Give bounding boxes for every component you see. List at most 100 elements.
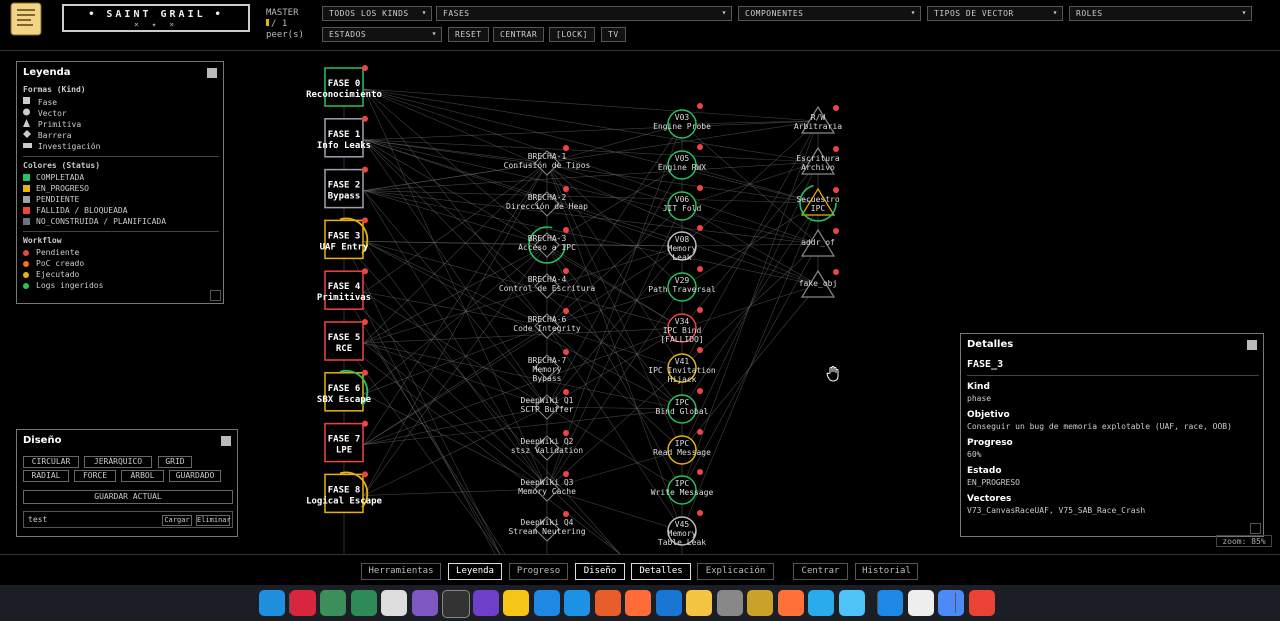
kinds-select[interactable]: TODOS LOS KINDS ▾: [322, 6, 432, 21]
layout-circular-button[interactable]: CIRCULAR: [23, 456, 79, 468]
colors-heading: Colores (Status): [23, 161, 101, 170]
status-dot: [362, 471, 368, 478]
terminal-icon[interactable]: [442, 590, 470, 618]
vector-label: IPC: [675, 398, 690, 407]
componentes-select[interactable]: COMPONENTES ▾: [738, 6, 921, 21]
status-dot: [697, 185, 703, 191]
phase-node[interactable]: FASE 4Primitivas: [317, 268, 371, 310]
ai-icon[interactable]: [320, 590, 346, 616]
barrier-label: SCTP Buffer: [521, 405, 574, 414]
vector-node[interactable]: V08MemoryLeak: [667, 225, 703, 262]
load-layout-button[interactable]: Cargar: [162, 515, 192, 526]
tab-centrar[interactable]: Centrar: [793, 563, 848, 580]
barrier-node[interactable]: BRECHA-7MemoryBypass: [528, 349, 569, 383]
disk-icon[interactable]: [381, 590, 407, 616]
chrome-icon[interactable]: [968, 590, 995, 616]
layout-grid-button[interactable]: GRID: [158, 456, 192, 468]
github-icon[interactable]: [472, 590, 499, 616]
peers-label: peer(s): [266, 30, 304, 40]
tab-progreso[interactable]: Progreso: [509, 563, 568, 580]
docker-icon[interactable]: [564, 590, 590, 616]
ai2-icon[interactable]: [350, 590, 377, 616]
phase-node[interactable]: FASE 0Reconocimiento: [306, 65, 382, 107]
tab-herramientas[interactable]: Herramientas: [361, 563, 441, 580]
square-icon: [23, 97, 30, 104]
phase-node[interactable]: FASE 7LPE: [324, 420, 368, 463]
status-dot: [362, 217, 368, 224]
book-icon[interactable]: [655, 590, 682, 616]
top-bar: • SAINT GRAIL • ⨯ ✦ ⨯ MASTER / 1 peer(s)…: [0, 0, 1280, 51]
python-icon[interactable]: [686, 590, 712, 616]
centrar-button[interactable]: CENTRAR: [493, 27, 545, 42]
close-icon[interactable]: [1247, 340, 1257, 350]
layout-radial-button[interactable]: RADIAL: [23, 470, 69, 482]
tab-diseno[interactable]: Diseño: [575, 563, 625, 580]
vector-label: Write Message: [651, 488, 714, 497]
tab-explicacion[interactable]: Explicación: [697, 563, 774, 580]
estados-select[interactable]: ESTADOS ▾: [322, 27, 442, 42]
tipos-vector-select[interactable]: TIPOS DE VECTOR ▾: [927, 6, 1063, 21]
workspace-icon[interactable]: [259, 590, 285, 616]
legend-title: Leyenda: [23, 67, 71, 78]
search-icon[interactable]: [838, 590, 865, 616]
save-layout-button[interactable]: GUARDAR ACTUAL: [23, 490, 233, 504]
telegram-icon[interactable]: [808, 590, 834, 616]
graph-edge: [359, 299, 496, 554]
dock-separator: [877, 593, 878, 613]
graph-edge: [363, 139, 548, 164]
files-icon[interactable]: [877, 590, 903, 616]
vector-node[interactable]: V03Engine Probe: [653, 103, 711, 139]
layout-force-button[interactable]: FORCE: [74, 470, 116, 482]
dock-separator: [955, 593, 956, 613]
master-count: / 1: [266, 19, 304, 30]
phase-node[interactable]: FASE 3UAF Entry: [320, 217, 369, 260]
primitive-node[interactable]: fake_obj: [799, 269, 839, 298]
lock-button[interactable]: [LOCK]: [549, 27, 595, 42]
roles-select[interactable]: ROLES ▾: [1069, 6, 1252, 21]
graph-edge: [363, 162, 548, 293]
barrier-label: DeepWiki Q2: [521, 437, 574, 446]
vm-icon[interactable]: [716, 590, 743, 616]
barrier-node[interactable]: BRECHA-1Confusión de Tipos: [504, 145, 591, 176]
vscode-icon[interactable]: [533, 590, 560, 616]
firefox-icon[interactable]: [777, 590, 804, 616]
ghost-icon[interactable]: [411, 590, 438, 616]
tv-button[interactable]: TV: [601, 27, 626, 42]
barrier-label: DeepWiki Q4: [521, 518, 574, 527]
layout-name-input[interactable]: test: [28, 515, 47, 524]
details-title: Detalles: [967, 339, 1014, 350]
hiero-icon[interactable]: [747, 590, 773, 616]
barrier-label: BRECHA-2: [528, 193, 567, 202]
delete-layout-button[interactable]: Eliminar: [196, 515, 231, 526]
layout-saved-button[interactable]: GUARDADO: [169, 470, 221, 482]
primitive-node[interactable]: EscrituraArchivo: [796, 146, 840, 175]
debian-icon[interactable]: [289, 590, 316, 616]
clipboard-icon[interactable]: [907, 590, 934, 616]
fases-select[interactable]: FASES ▾: [436, 6, 732, 21]
phase-node[interactable]: FASE 1Info Leaks: [317, 115, 371, 158]
graph-edge: [546, 367, 683, 490]
close-icon[interactable]: [221, 436, 231, 446]
primitive-node[interactable]: SecuestroIPC: [796, 184, 840, 222]
layout-hierarchical-button[interactable]: JERÁRQUICO: [84, 456, 152, 468]
tab-detalles[interactable]: Detalles: [631, 563, 691, 580]
phase-node[interactable]: FASE 5RCE: [324, 319, 368, 361]
reset-button[interactable]: RESET: [448, 27, 489, 42]
tab-historial[interactable]: Historial: [855, 563, 918, 580]
resize-handle[interactable]: [210, 290, 221, 301]
resize-handle[interactable]: [1250, 523, 1261, 534]
close-icon[interactable]: [207, 68, 217, 78]
notes-icon[interactable]: [503, 590, 529, 616]
phase-label: FASE 3: [328, 231, 361, 241]
primitive-node[interactable]: R/WArbitraria: [794, 105, 842, 134]
phase-node[interactable]: FASE 2Bypass: [324, 166, 368, 209]
layout-tree-button[interactable]: ÁRBOL: [121, 470, 164, 482]
chromium-icon[interactable]: [938, 590, 964, 616]
status-dot: [563, 389, 569, 395]
ax-icon[interactable]: [594, 590, 621, 616]
status-dot: [697, 469, 703, 475]
tab-leyenda[interactable]: Leyenda: [448, 563, 502, 580]
phase-node[interactable]: FASE 6SBX Escape: [317, 369, 372, 412]
primitive-node[interactable]: addr_of: [800, 228, 839, 257]
postman-icon[interactable]: [625, 590, 651, 616]
